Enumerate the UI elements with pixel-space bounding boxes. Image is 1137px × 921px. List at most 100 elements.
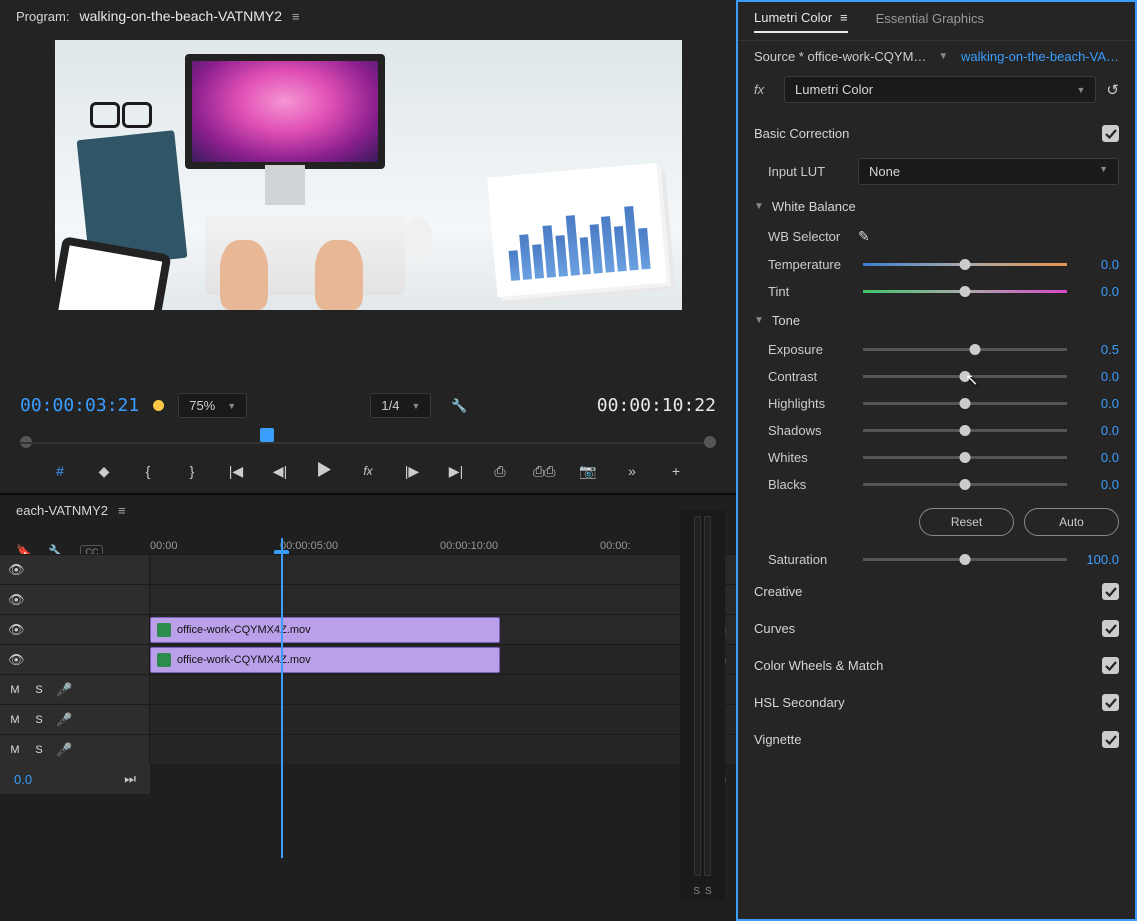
exposure-slider[interactable]	[863, 348, 1067, 351]
temperature-slider[interactable]	[863, 263, 1067, 266]
add-marker-button[interactable]: #	[49, 463, 71, 479]
lift-button[interactable]: ⎙	[489, 463, 511, 480]
settings-wrench-icon[interactable]: 🔧	[445, 398, 473, 414]
marker-indicator	[153, 400, 164, 411]
timeline-panel: each-VATNMY2 ≡ 🔖 🔧 CC 00:00 00:00:05:00 …	[0, 495, 736, 921]
section-enable-checkbox[interactable]	[1102, 125, 1119, 142]
video-clip[interactable]: office-work-CQYMX4Z.mov	[150, 617, 500, 643]
effect-preset-dropdown[interactable]: Lumetri Color▼	[784, 76, 1096, 103]
program-title-prefix: Program:	[16, 9, 69, 24]
track-toggle-icon[interactable]: 👁	[8, 562, 25, 578]
eyedropper-icon[interactable]: ✎	[858, 228, 870, 245]
whites-slider[interactable]	[863, 456, 1067, 459]
reset-effect-icon[interactable]: ↺	[1106, 81, 1119, 99]
program-scrubber[interactable]	[20, 428, 716, 450]
go-to-in-button[interactable]: |◀	[225, 463, 247, 480]
exposure-value[interactable]: 0.5	[1077, 342, 1119, 357]
timeline-ruler[interactable]: 00:00 00:00:05:00 00:00:10:00 00:00:	[150, 538, 736, 554]
mic-icon[interactable]: 🎤	[56, 742, 72, 758]
section-basic-correction[interactable]: Basic Correction	[738, 115, 1135, 152]
timeline-menu-icon[interactable]: ≡	[118, 503, 126, 518]
contrast-label: Contrast	[768, 369, 853, 384]
mute-button[interactable]: M	[8, 684, 22, 696]
shadows-slider[interactable]	[863, 429, 1067, 432]
mic-icon[interactable]: 🎤	[56, 712, 72, 728]
section-enable-checkbox[interactable]	[1102, 657, 1119, 674]
more-tools-button[interactable]: »	[621, 463, 643, 479]
tab-essential-graphics[interactable]: Essential Graphics	[876, 10, 984, 32]
exposure-label: Exposure	[768, 342, 853, 357]
fx-icon[interactable]: fx	[754, 82, 774, 97]
zoom-dropdown[interactable]: 75%▼	[178, 393, 247, 418]
in-point-button[interactable]: {	[137, 463, 159, 479]
reset-button[interactable]: Reset	[919, 508, 1014, 536]
ruler-label: 00:00	[150, 540, 178, 552]
fx-toggle-button[interactable]: fx	[357, 464, 379, 478]
section-curves[interactable]: Curves	[738, 610, 1135, 647]
speed-value[interactable]: 0.0	[14, 772, 32, 787]
saturation-slider[interactable]	[863, 558, 1067, 561]
solo-button[interactable]: S	[32, 684, 46, 696]
section-enable-checkbox[interactable]	[1102, 620, 1119, 637]
panel-menu-icon[interactable]: ≡	[292, 9, 300, 24]
subsection-white-balance[interactable]: ▼ White Balance	[738, 191, 1135, 222]
ruler-label: 00:00:10:00	[440, 540, 498, 552]
panel-menu-icon[interactable]: ≡	[840, 10, 848, 25]
out-point-button[interactable]: }	[181, 463, 203, 479]
contrast-slider[interactable]	[863, 375, 1067, 378]
play-button[interactable]	[313, 462, 335, 480]
marker-button[interactable]: ◆	[93, 463, 115, 480]
section-enable-checkbox[interactable]	[1102, 731, 1119, 748]
tab-lumetri-color[interactable]: Lumetri Color≡	[754, 10, 848, 33]
current-timecode[interactable]: 00:00:03:21	[20, 395, 139, 416]
tint-slider[interactable]	[863, 290, 1067, 293]
section-color-wheels[interactable]: Color Wheels & Match	[738, 647, 1135, 684]
track-toggle-icon[interactable]: 👁	[8, 592, 25, 608]
solo-label[interactable]: S	[693, 886, 700, 897]
section-enable-checkbox[interactable]	[1102, 694, 1119, 711]
saturation-value[interactable]: 100.0	[1077, 552, 1119, 567]
section-hsl-secondary[interactable]: HSL Secondary	[738, 684, 1135, 721]
solo-label[interactable]: S	[705, 886, 712, 897]
chevron-down-icon: ▼	[754, 315, 764, 326]
go-to-out-button[interactable]: ▶|	[445, 463, 467, 480]
shadows-label: Shadows	[768, 423, 853, 438]
step-back-button[interactable]: ◀|	[269, 463, 291, 480]
section-creative[interactable]: Creative	[738, 573, 1135, 610]
section-enable-checkbox[interactable]	[1102, 583, 1119, 600]
shadows-value[interactable]: 0.0	[1077, 423, 1119, 438]
contrast-value[interactable]: 0.0	[1077, 369, 1119, 384]
duration-timecode: 00:00:10:22	[597, 395, 716, 416]
export-frame-button[interactable]: 📷	[577, 463, 599, 480]
mic-icon[interactable]: 🎤	[56, 682, 72, 698]
input-lut-dropdown[interactable]: None▼	[858, 158, 1119, 185]
auto-button[interactable]: Auto	[1024, 508, 1119, 536]
whites-value[interactable]: 0.0	[1077, 450, 1119, 465]
track-toggle-icon[interactable]: 👁	[8, 652, 25, 668]
blacks-slider[interactable]	[863, 483, 1067, 486]
program-video-frame[interactable]	[55, 40, 682, 310]
solo-button[interactable]: S	[32, 714, 46, 726]
sequence-link[interactable]: walking-on-the-beach-VA…	[961, 49, 1119, 64]
solo-button[interactable]: S	[32, 744, 46, 756]
whites-label: Whites	[768, 450, 853, 465]
chevron-down-icon[interactable]: ▼	[932, 51, 954, 62]
track-toggle-icon[interactable]: 👁	[8, 622, 25, 638]
blacks-value[interactable]: 0.0	[1077, 477, 1119, 492]
add-button[interactable]: +	[665, 463, 687, 479]
highlights-slider[interactable]	[863, 402, 1067, 405]
tint-value[interactable]: 0.0	[1077, 284, 1119, 299]
audio-clip[interactable]: office-work-CQYMX4Z.mov	[150, 647, 500, 673]
resolution-dropdown[interactable]: 1/4▼	[370, 393, 431, 418]
temperature-value[interactable]: 0.0	[1077, 257, 1119, 272]
mute-button[interactable]: M	[8, 714, 22, 726]
highlights-label: Highlights	[768, 396, 853, 411]
section-vignette[interactable]: Vignette	[738, 721, 1135, 758]
extract-button[interactable]: ⎙⎙	[533, 463, 555, 480]
step-forward-button[interactable]: |▶	[401, 463, 423, 480]
temperature-label: Temperature	[768, 257, 853, 272]
mute-button[interactable]: M	[8, 744, 22, 756]
subsection-tone[interactable]: ▼ Tone	[738, 305, 1135, 336]
highlights-value[interactable]: 0.0	[1077, 396, 1119, 411]
speed-ramp-icon[interactable]: ⏭	[124, 771, 136, 787]
